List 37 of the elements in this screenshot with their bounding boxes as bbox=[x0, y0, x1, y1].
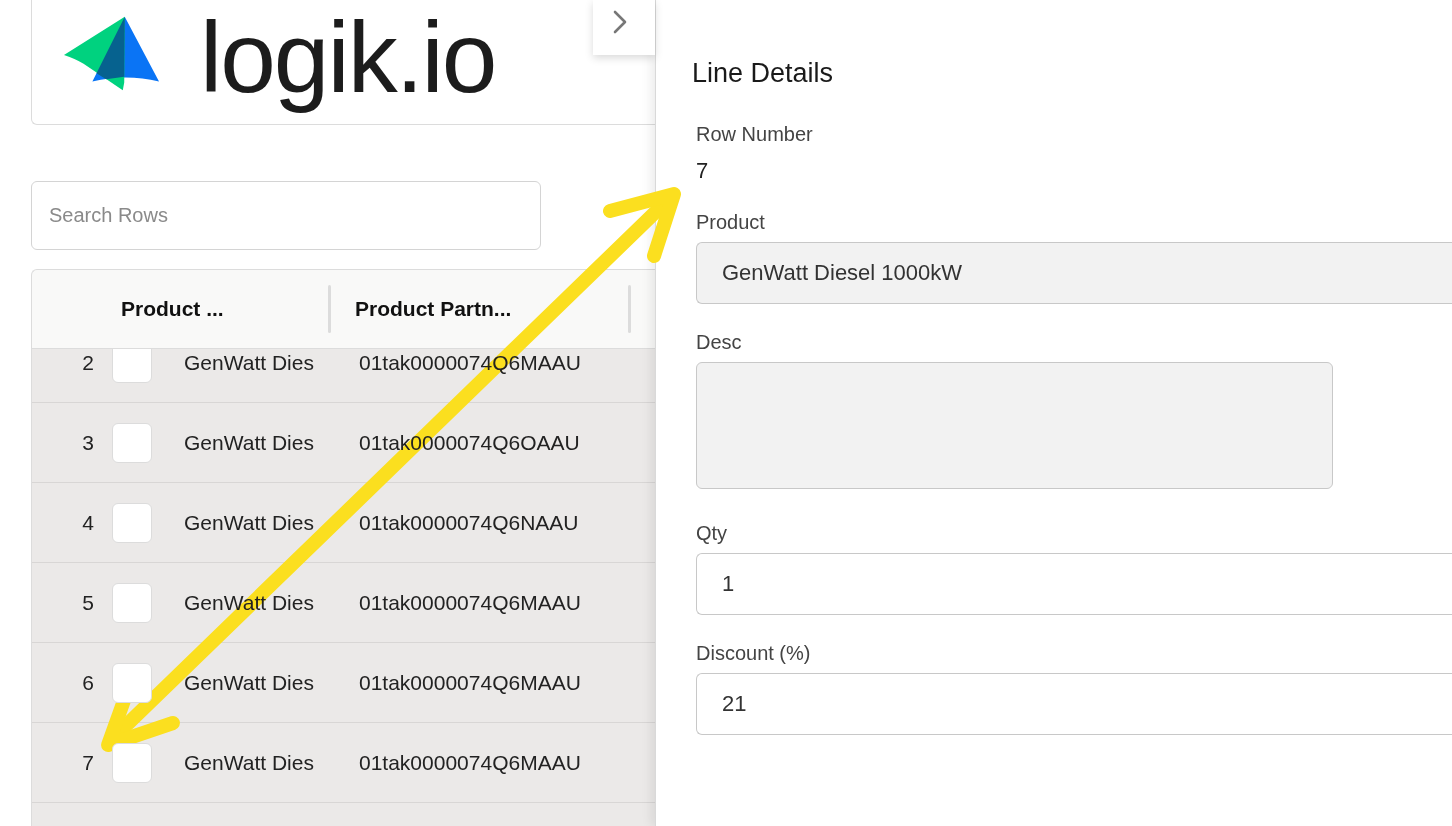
row-number: 3 bbox=[81, 429, 94, 456]
table-cell: GenWatt Dies bbox=[184, 510, 314, 534]
row-checkbox[interactable] bbox=[112, 422, 152, 463]
row-number: 7 bbox=[81, 749, 94, 776]
row-checkbox[interactable] bbox=[112, 349, 152, 383]
field-label: Discount (%) bbox=[696, 641, 812, 665]
input-field[interactable]: 21 bbox=[696, 673, 1452, 735]
row-number: 4 bbox=[81, 509, 94, 536]
table-cell: GenWatt Dies bbox=[184, 670, 314, 694]
input-field[interactable]: 1 bbox=[696, 553, 1452, 615]
chevron-right-icon bbox=[613, 10, 627, 34]
table-cell: GenWatt Dies bbox=[184, 350, 314, 374]
logo-icon bbox=[63, 15, 160, 92]
table-cell: GenWatt Dies bbox=[184, 430, 314, 454]
row-number: 2 bbox=[81, 349, 94, 376]
column-header[interactable]: Product ... bbox=[121, 293, 224, 325]
table-cell: 01tak0000074Q6MAAU bbox=[359, 670, 581, 694]
row-checkbox[interactable] bbox=[112, 502, 152, 543]
row-number: 6 bbox=[81, 669, 94, 696]
collapse-panel-button[interactable] bbox=[593, 0, 655, 55]
field-label: Desc bbox=[696, 330, 743, 354]
row-checkbox[interactable] bbox=[112, 742, 152, 783]
field-label: Qty bbox=[696, 521, 729, 545]
row-number: 5 bbox=[81, 589, 94, 616]
column-header[interactable]: Product Partn... bbox=[355, 293, 512, 325]
search-field[interactable]: Search Rows bbox=[31, 181, 541, 250]
field-value: 7 bbox=[696, 158, 710, 184]
field-label: Product bbox=[696, 210, 766, 234]
row-checkbox[interactable] bbox=[112, 662, 152, 703]
table-cell: 01tak0000074Q6NAAU bbox=[359, 510, 579, 534]
table-cell: 01tak0000074Q6MAAU bbox=[359, 590, 581, 614]
brand-name: logik.io bbox=[200, 0, 496, 115]
row-checkbox[interactable] bbox=[112, 582, 152, 623]
table-cell: GenWatt Dies bbox=[184, 750, 314, 774]
table-cell: 01tak0000074Q6MAAU bbox=[359, 750, 581, 774]
panel-title: Line Details bbox=[692, 57, 835, 89]
field-label: Row Number bbox=[696, 122, 814, 146]
